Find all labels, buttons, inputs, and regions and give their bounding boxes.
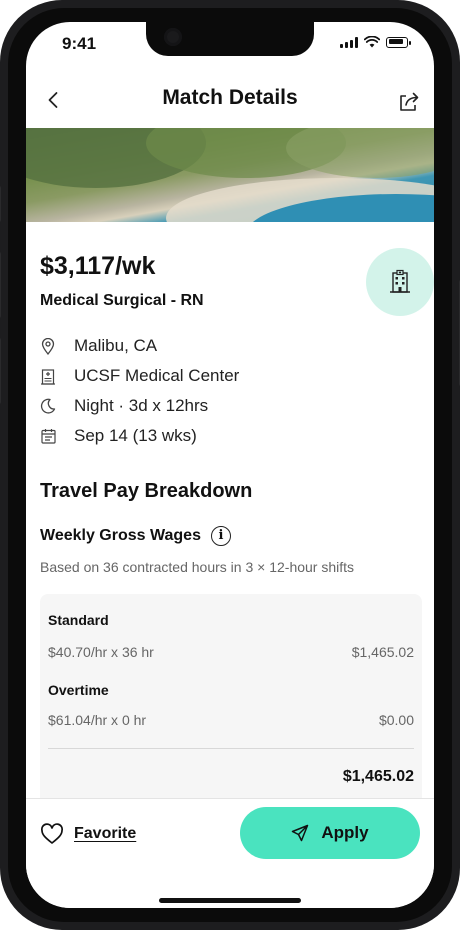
hero-terrain <box>286 128 434 178</box>
apply-button[interactable]: Apply <box>240 807 420 859</box>
status-time: 9:41 <box>62 34 97 53</box>
front-camera <box>164 28 182 46</box>
detail-start-date-text: Sep 14 (13 wks) <box>74 426 197 445</box>
screen: 9:41 Match Details $3,117/wk Medical Sur… <box>26 22 434 908</box>
cellular-signal-icon <box>340 36 358 48</box>
overtime-amount: $0.00 <box>378 712 414 728</box>
detail-start-date: Sep 14 (13 wks) <box>40 426 197 446</box>
overtime-label: Overtime <box>48 682 109 698</box>
send-icon <box>292 824 309 842</box>
action-bar: Favorite Apply <box>26 798 434 908</box>
heart-icon <box>41 823 63 844</box>
wages-total: $1,465.02 <box>342 768 414 785</box>
weekly-gross-wages-heading: Weekly Gross Wages i <box>40 526 231 546</box>
detail-location: Malibu, CA <box>40 336 157 356</box>
weekly-pay: $3,117/wk <box>40 252 156 280</box>
favorite-label: Favorite <box>74 825 137 842</box>
volume-up-button <box>0 252 1 318</box>
location-hero-image <box>26 128 434 222</box>
phone-frame: 9:41 Match Details $3,117/wk Medical Sur… <box>0 0 460 930</box>
detail-location-text: Malibu, CA <box>74 336 158 355</box>
detail-shift-text: Night · 3d x 12hrs <box>74 396 209 415</box>
moon-icon <box>40 397 56 415</box>
overtime-calc: $61.04/hr x 0 hr <box>48 712 147 728</box>
weekly-gross-wages-title: Weekly Gross Wages <box>40 527 201 544</box>
standard-amount: $1,465.02 <box>351 644 414 660</box>
info-icon[interactable]: i <box>210 526 231 546</box>
apply-label: Apply <box>321 823 369 842</box>
home-indicator <box>159 898 301 903</box>
notch <box>146 22 314 56</box>
battery-icon <box>386 36 411 48</box>
volume-down-button <box>0 338 1 404</box>
hospital-icon <box>40 367 56 385</box>
detail-facility-text: UCSF Medical Center <box>74 366 240 385</box>
wages-breakdown-card: Standard $40.70/hr x 36 hr $1,465.02 Ove… <box>40 594 422 814</box>
standard-label: Standard <box>48 612 109 628</box>
page-title: Match Details <box>162 86 298 109</box>
divider <box>48 748 414 749</box>
wifi-icon <box>364 36 380 48</box>
location-pin-icon <box>40 337 56 355</box>
calendar-icon <box>40 427 56 445</box>
pay-breakdown-title: Travel Pay Breakdown <box>40 480 253 502</box>
detail-facility: UCSF Medical Center <box>40 366 239 386</box>
hospital-building-icon <box>366 248 434 316</box>
standard-calc: $40.70/hr x 36 hr <box>48 644 154 660</box>
status-icons <box>340 36 411 48</box>
job-role: Medical Surgical - RN <box>40 292 204 309</box>
favorite-button[interactable]: Favorite <box>40 823 136 845</box>
wages-subtitle: Based on 36 contracted hours in 3 × 12-h… <box>40 559 355 575</box>
mute-switch <box>0 186 1 222</box>
nav-bar: Match Details <box>26 82 434 118</box>
share-icon[interactable] <box>396 88 422 114</box>
detail-shift: Night · 3d x 12hrs <box>40 396 208 416</box>
